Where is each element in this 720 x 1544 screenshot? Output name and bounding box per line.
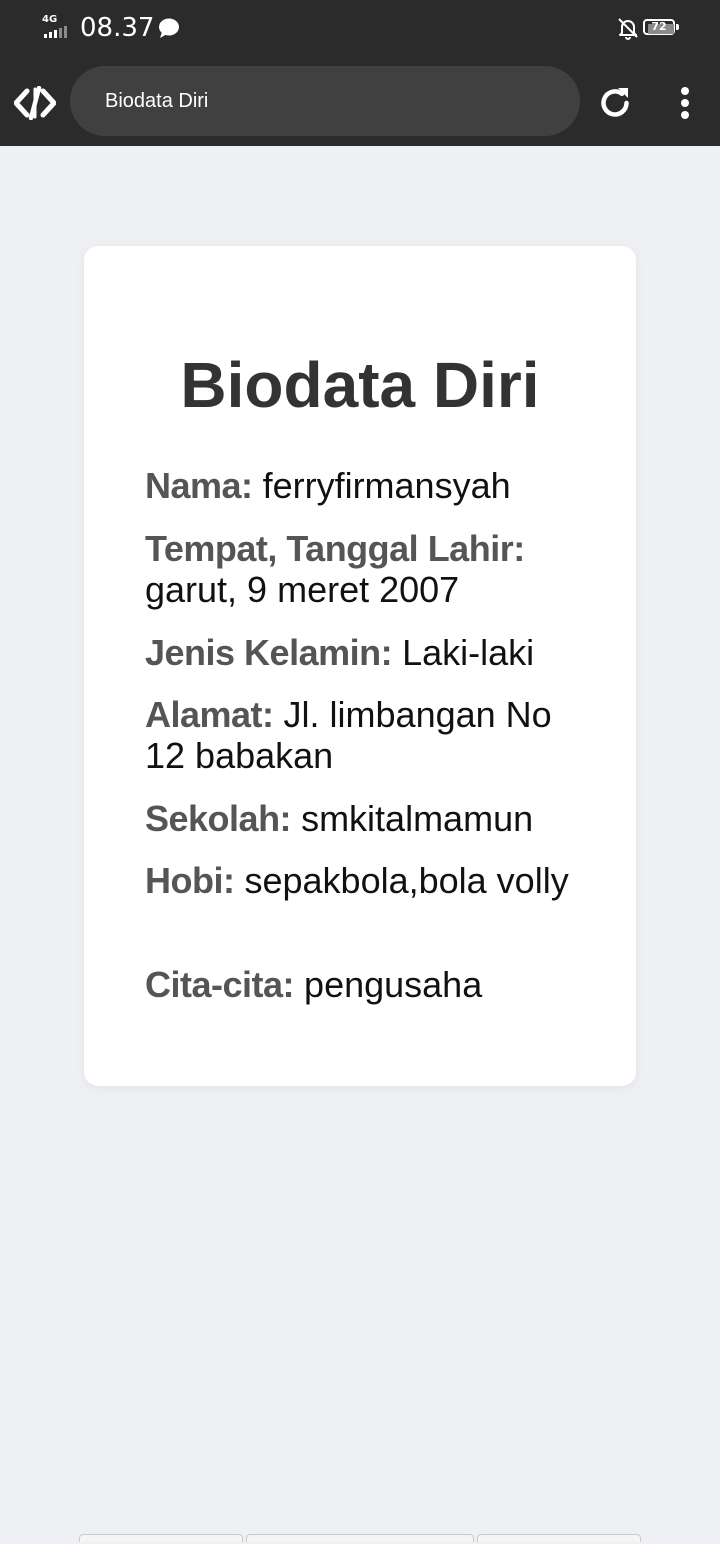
address-bar[interactable]: Biodata Diri [70,66,580,136]
nav-gesture-bar-left[interactable] [79,1534,243,1542]
field-value: sepakbola,bola volly [244,860,569,901]
field-hobi: Hobi: sepakbola,bola volly [145,860,575,901]
field-label: Sekolah: [145,798,292,839]
field-value: ferryfirmansyah [262,465,511,506]
field-cita-cita: Cita-cita: pengusaha [145,964,575,1005]
field-value: Laki-laki [402,632,535,673]
field-tempat-tanggal-lahir: Tempat, Tanggal Lahir: garut, 9 meret 20… [145,528,575,610]
more-vertical-icon[interactable] [667,83,703,123]
field-alamat: Alamat: Jl. limbangan No 12 babakan [145,694,575,776]
field-label: Jenis Kelamin: [145,632,393,673]
field-value: pengusaha [304,964,483,1005]
field-label: Cita-cita: [145,964,295,1005]
field-label: Alamat: [145,694,274,735]
network-type-label: 4G [42,14,58,25]
battery-level: 72 [651,20,667,33]
field-value: garut, 9 meret 2007 [145,569,460,610]
page-title: Biodata Diri [180,349,540,421]
clock-time: 08.37 [80,13,155,43]
reload-icon[interactable] [595,83,635,123]
field-value: smkitalmamun [301,798,534,839]
address-bar-text: Biodata Diri [105,90,209,112]
nav-gesture-bar-right[interactable] [477,1534,641,1542]
code-brackets-logo-icon[interactable] [14,86,56,120]
field-label: Hobi: [145,860,235,901]
browser-toolbar: Biodata Diri [0,56,720,146]
field-jenis-kelamin: Jenis Kelamin: Laki-laki [145,632,575,673]
nav-gesture-bar-center[interactable] [246,1534,474,1542]
field-label: Tempat, Tanggal Lahir: [145,528,525,569]
chat-bubble-icon [159,18,179,38]
field-nama: Nama: ferryfirmansyah [145,465,575,506]
bell-off-icon [618,18,638,40]
status-bar: 4G 08.37 72 [0,0,720,56]
field-label: Nama: [145,465,253,506]
field-sekolah: Sekolah: smkitalmamun [145,798,575,839]
battery-indicator: 72 [643,19,683,39]
signal-strength-icon [44,26,67,38]
